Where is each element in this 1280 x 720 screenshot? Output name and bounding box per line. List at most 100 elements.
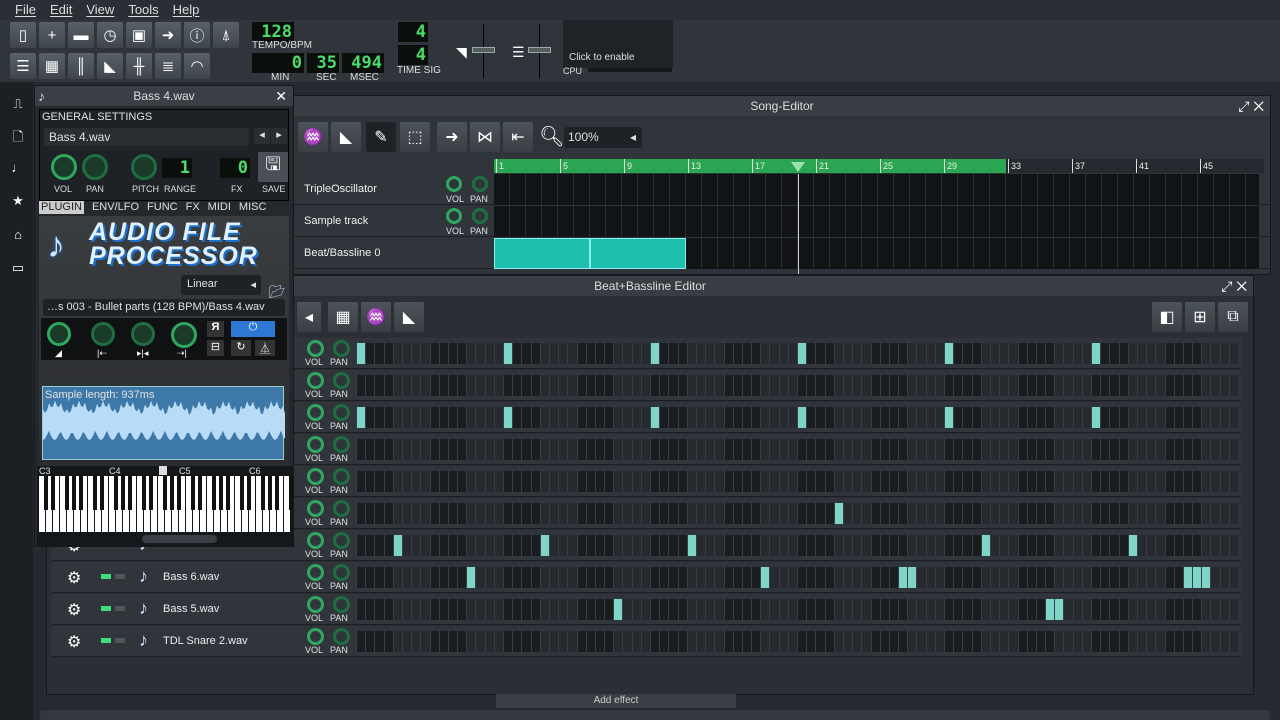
step[interactable] (852, 631, 862, 652)
step[interactable] (695, 407, 706, 428)
step[interactable] (1228, 439, 1238, 460)
step[interactable] (806, 439, 816, 460)
step[interactable] (650, 471, 660, 492)
root-directory-icon[interactable]: ⌂ (10, 227, 26, 243)
step[interactable] (1081, 375, 1091, 396)
step[interactable] (916, 599, 926, 620)
step[interactable] (732, 535, 742, 556)
step[interactable] (1081, 471, 1091, 492)
step[interactable] (1109, 375, 1119, 396)
step[interactable] (1063, 471, 1073, 492)
step[interactable] (383, 407, 393, 428)
step[interactable] (1136, 407, 1147, 428)
volume-knob[interactable] (446, 208, 462, 224)
step[interactable] (1072, 631, 1082, 652)
step[interactable] (824, 631, 834, 652)
step[interactable] (374, 439, 384, 460)
step[interactable] (576, 407, 586, 428)
step[interactable] (686, 407, 696, 428)
step[interactable] (475, 503, 485, 524)
clone-steps-icon[interactable]: ⧉ (1218, 302, 1248, 332)
step[interactable] (888, 343, 899, 364)
step[interactable] (769, 343, 779, 364)
step[interactable] (438, 535, 448, 556)
step[interactable] (898, 535, 908, 556)
step[interactable] (778, 503, 788, 524)
step[interactable] (705, 439, 715, 460)
step[interactable] (916, 567, 926, 588)
step[interactable] (594, 631, 605, 652)
step[interactable] (787, 599, 797, 620)
step[interactable] (1008, 343, 1018, 364)
step[interactable] (723, 407, 733, 428)
step[interactable] (787, 439, 797, 460)
step[interactable] (447, 407, 458, 428)
step[interactable] (879, 407, 889, 428)
menu-tools[interactable]: Tools (121, 0, 165, 20)
step[interactable] (356, 503, 366, 524)
step[interactable] (1109, 503, 1119, 524)
step[interactable] (1164, 343, 1174, 364)
step[interactable] (686, 439, 696, 460)
step[interactable] (438, 567, 448, 588)
step[interactable] (1155, 407, 1165, 428)
step[interactable] (1081, 407, 1091, 428)
step[interactable] (999, 471, 1009, 492)
step[interactable] (971, 375, 981, 396)
step[interactable] (1118, 631, 1128, 652)
step[interactable] (1017, 535, 1027, 556)
step[interactable] (677, 535, 687, 556)
black-key[interactable] (190, 476, 195, 510)
step[interactable] (622, 599, 632, 620)
step[interactable] (530, 343, 540, 364)
step[interactable] (447, 631, 458, 652)
step[interactable] (659, 631, 669, 652)
step-on[interactable] (944, 343, 954, 364)
step[interactable] (686, 375, 696, 396)
step[interactable] (548, 375, 559, 396)
step[interactable] (999, 407, 1009, 428)
step[interactable] (659, 535, 669, 556)
step[interactable] (1164, 631, 1174, 652)
pan-knob[interactable] (333, 436, 350, 453)
step[interactable] (677, 631, 687, 652)
step[interactable] (1100, 471, 1110, 492)
track-name[interactable]: Beat/Bassline 0 (304, 247, 380, 259)
step[interactable] (1054, 535, 1064, 556)
step[interactable] (585, 567, 595, 588)
step[interactable] (925, 567, 935, 588)
step[interactable] (585, 375, 595, 396)
track-name[interactable]: TripleOscillator (304, 183, 377, 195)
step[interactable] (567, 599, 577, 620)
step[interactable] (1228, 567, 1238, 588)
step[interactable] (797, 375, 807, 396)
step[interactable] (567, 567, 577, 588)
step[interactable] (815, 471, 825, 492)
step[interactable] (457, 375, 467, 396)
step[interactable] (980, 503, 990, 524)
step[interactable] (879, 535, 889, 556)
step[interactable] (1182, 471, 1193, 492)
step[interactable] (447, 535, 458, 556)
step[interactable] (420, 471, 430, 492)
step[interactable] (1201, 471, 1211, 492)
step[interactable] (1045, 343, 1055, 364)
step[interactable] (365, 407, 375, 428)
step[interactable] (392, 375, 402, 396)
step[interactable] (594, 439, 605, 460)
step[interactable] (760, 375, 770, 396)
step[interactable] (401, 343, 412, 364)
save-preset-icon[interactable]: 🖫︎ (258, 152, 288, 182)
step[interactable] (613, 567, 623, 588)
step[interactable] (1182, 375, 1193, 396)
step[interactable] (1054, 439, 1064, 460)
step[interactable] (1100, 375, 1110, 396)
pan-knob[interactable] (333, 340, 350, 357)
step[interactable] (567, 631, 577, 652)
step[interactable] (659, 567, 669, 588)
black-key[interactable] (211, 476, 216, 510)
step[interactable] (1146, 343, 1156, 364)
song-track-grid[interactable] (494, 238, 1259, 269)
step[interactable] (824, 567, 834, 588)
step[interactable] (1118, 599, 1128, 620)
